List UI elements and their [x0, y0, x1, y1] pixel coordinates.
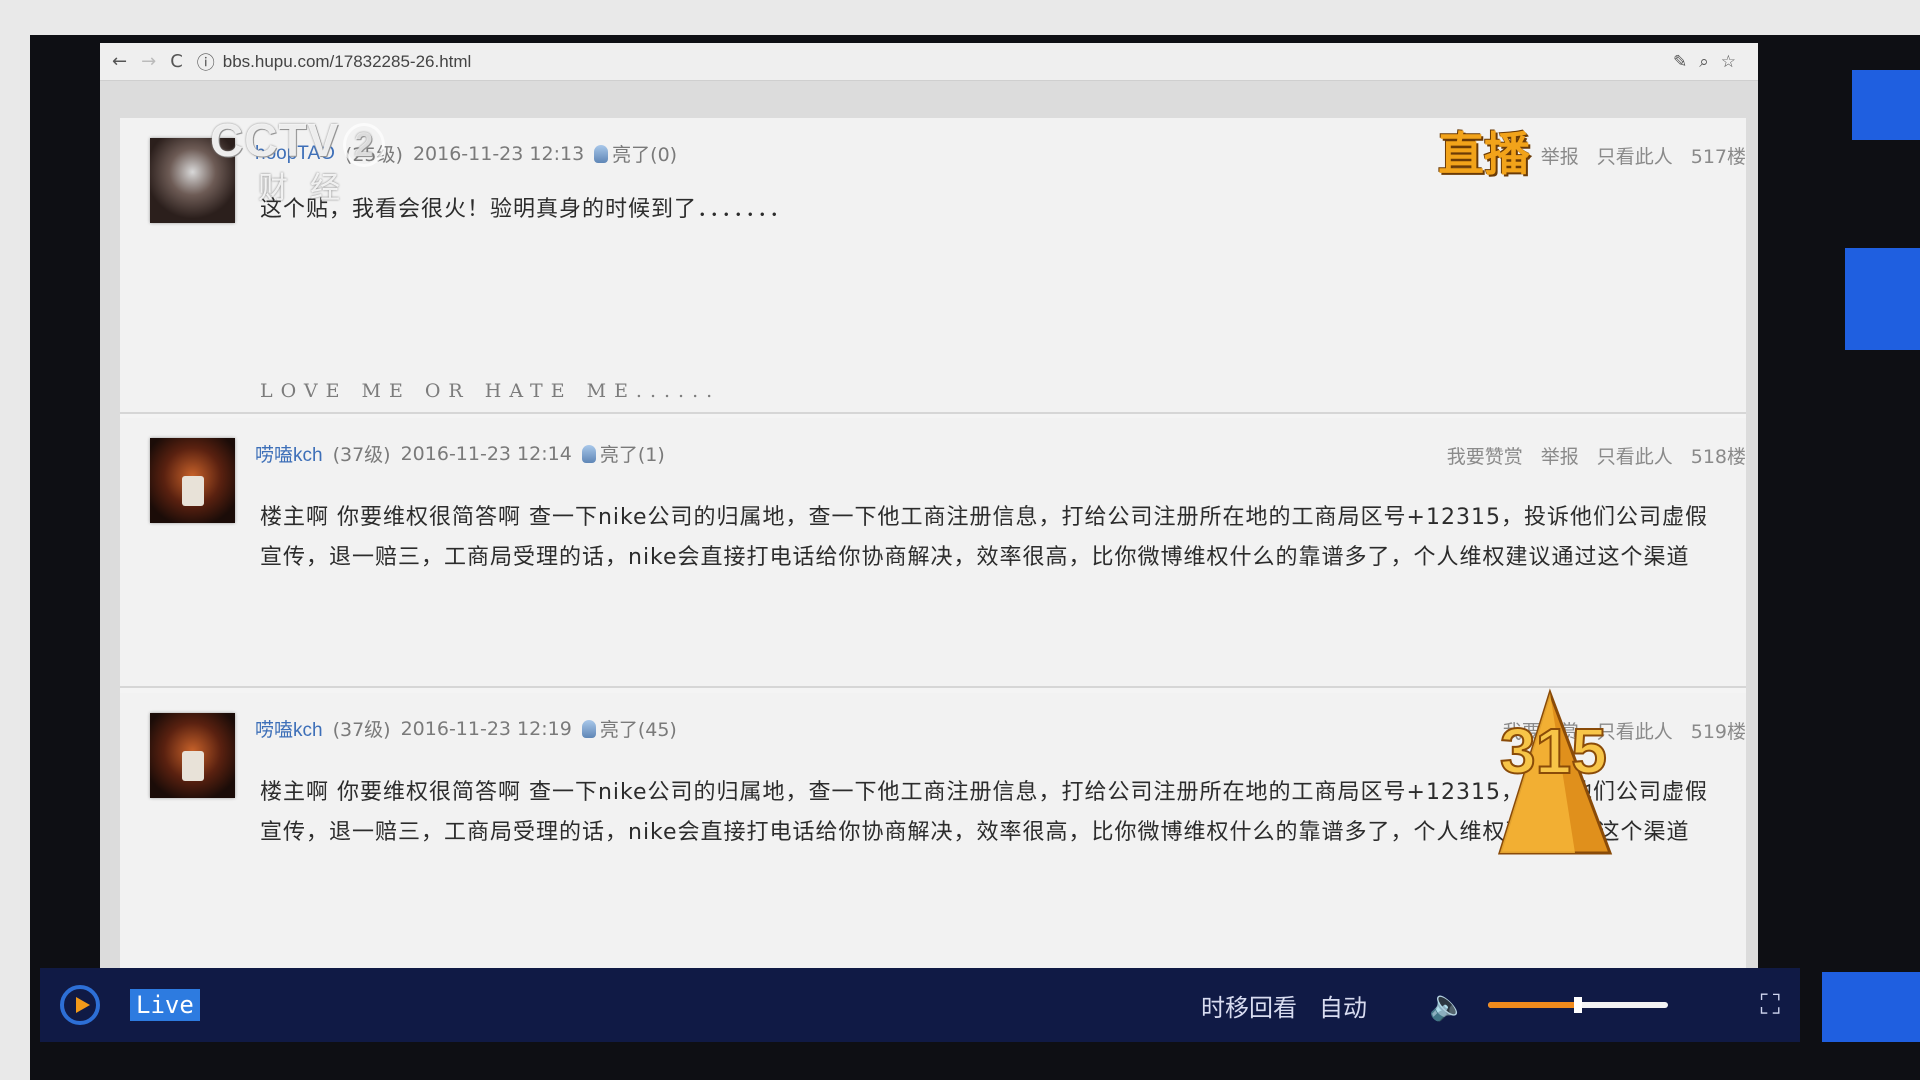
volume-fill	[1488, 1002, 1579, 1008]
browser-toolbar: ← → C ⓘ bbs.hupu.com/17832285-26.html ✎ …	[100, 43, 1758, 81]
player-right-controls: 时移回看 自动 🔈 ⛶	[1201, 988, 1780, 1023]
timeshift-button[interactable]: 时移回看	[1201, 988, 1297, 1023]
forum-post: 唠嗑kch (37级) 2016-11-23 12:14 亮了(1) 我要赞赏 …	[120, 418, 1746, 688]
only-this-user-link[interactable]: 只看此人	[1597, 142, 1673, 169]
volume-icon[interactable]: 🔈	[1429, 988, 1466, 1023]
forward-icon[interactable]: →	[141, 51, 156, 72]
avatar[interactable]	[150, 438, 235, 523]
channel-number: 2	[343, 123, 386, 167]
floor-number: 517楼	[1690, 146, 1746, 168]
channel-logo: CCTV 2	[210, 113, 386, 167]
user-level: (37级)	[332, 444, 391, 466]
post-datetime: 2016-11-23 12:14	[400, 442, 572, 465]
channel-subtitle: 财经	[258, 171, 362, 206]
zoom-icon[interactable]: ⌕	[1699, 52, 1709, 72]
light-button[interactable]: 亮了(45)	[581, 715, 677, 742]
lightbulb-icon	[581, 719, 596, 738]
username-link[interactable]: 唠嗑kch	[255, 440, 323, 467]
floor-number: 519楼	[1690, 721, 1746, 743]
extension-icons: ✎ ⌕ ☆	[1673, 52, 1746, 72]
light-count: 亮了(45)	[599, 719, 677, 741]
lightbulb-icon	[581, 444, 596, 463]
post-content: 楼主啊 你要维权很简答啊 查一下nike公司的归属地，查一下他工商注册信息，打给…	[260, 505, 1708, 570]
side-panel-block	[1852, 70, 1920, 140]
url-text[interactable]: bbs.hupu.com/17832285-26.html	[223, 52, 472, 72]
player-control-bar: Live 时移回看 自动 🔈 ⛶	[40, 968, 1800, 1042]
report-link[interactable]: 举报	[1541, 142, 1579, 169]
post-actions: 我要赞赏 举报 只看此人 518楼	[1447, 442, 1746, 469]
post-meta: 唠嗑kch (37级) 2016-11-23 12:14 亮了(1)	[255, 440, 665, 467]
bookmark-star-icon[interactable]: ☆	[1721, 52, 1736, 72]
jersey-graphic	[182, 751, 204, 781]
extension-icon[interactable]: ✎	[1673, 52, 1687, 72]
lightbulb-icon	[594, 144, 609, 163]
user-level: (37级)	[332, 719, 391, 741]
address-bar[interactable]: ⓘ bbs.hupu.com/17832285-26.html	[197, 49, 472, 75]
live-broadcast-badge: 直播	[1438, 127, 1530, 181]
light-button[interactable]: 亮了(0)	[594, 140, 677, 167]
emblem-315-icon: 315	[1497, 688, 1613, 855]
volume-slider[interactable]	[1488, 997, 1669, 1013]
post-datetime: 2016-11-23 12:19	[400, 717, 572, 740]
only-this-user-link[interactable]: 只看此人	[1597, 442, 1673, 469]
live-button[interactable]: Live	[130, 989, 200, 1021]
light-count: 亮了(0)	[612, 144, 678, 166]
floor-number: 518楼	[1690, 446, 1746, 468]
post-meta: 唠嗑kch (37级) 2016-11-23 12:19 亮了(45)	[255, 715, 677, 742]
report-link[interactable]: 举报	[1541, 442, 1579, 469]
light-button[interactable]: 亮了(1)	[581, 440, 665, 467]
fullscreen-icon[interactable]: ⛶	[1760, 988, 1780, 1022]
volume-handle[interactable]	[1574, 997, 1583, 1013]
reward-link[interactable]: 我要赞赏	[1447, 442, 1523, 469]
channel-logo-text: CCTV	[210, 114, 340, 166]
post-datetime: 2016-11-23 12:13	[412, 142, 585, 165]
side-panel-block	[1845, 248, 1920, 350]
video-frame: ← → C ⓘ bbs.hupu.com/17832285-26.html ✎ …	[100, 43, 1758, 968]
emblem-315-text: 315	[1500, 715, 1607, 787]
jersey-graphic	[182, 476, 204, 506]
reload-icon[interactable]: C	[170, 51, 183, 72]
side-panel-block	[1822, 972, 1920, 1042]
back-icon[interactable]: ←	[112, 51, 127, 72]
player-logo-icon[interactable]	[60, 985, 100, 1025]
light-count: 亮了(1)	[599, 444, 665, 466]
post-actions: 举报 只看此人 517楼	[1541, 142, 1746, 169]
avatar[interactable]	[150, 713, 235, 798]
quality-auto-button[interactable]: 自动	[1319, 988, 1367, 1023]
user-signature: LOVE ME OR HATE ME......	[260, 380, 721, 402]
username-link[interactable]: 唠嗑kch	[255, 715, 323, 742]
post-content: 这个贴，我看会很火！验明真身的时候到了．．．．．．．	[260, 197, 793, 222]
info-icon: ⓘ	[196, 52, 215, 74]
